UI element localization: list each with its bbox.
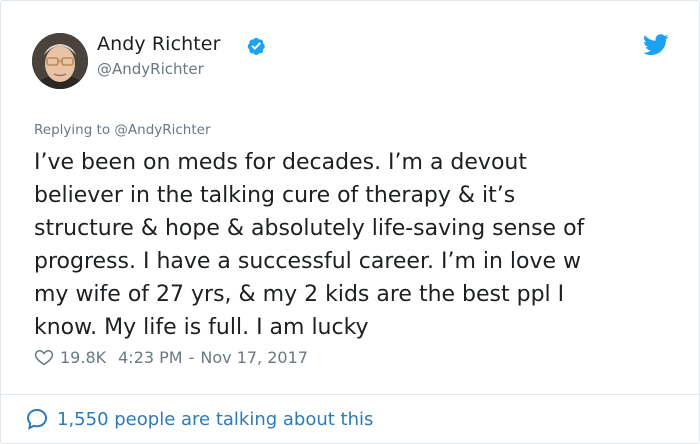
- tweet-line: my wife of 27 yrs, & my 2 kids are the b…: [34, 282, 565, 307]
- tweet-card: Andy Richter @AndyRichter Replying to @A…: [0, 0, 700, 444]
- tweet-text: I’ve been on meds for decades. I’m a dev…: [34, 146, 674, 344]
- tweet-line: structure & hope & absolutely life-savin…: [34, 216, 585, 241]
- tweet-time[interactable]: 4:23 PM: [118, 348, 182, 367]
- conversation-link[interactable]: 1,550 people are talking about this: [25, 407, 373, 431]
- tweet-line: believer in the talking cure of therapy …: [34, 183, 516, 208]
- twitter-bird-icon[interactable]: [643, 34, 669, 56]
- meta-separator: -: [188, 347, 195, 367]
- tweet-line: progress. I have a successful career. I’…: [34, 249, 582, 274]
- tweet-line: know. My life is full. I am lucky: [34, 315, 369, 340]
- avatar[interactable]: [32, 33, 88, 89]
- replying-to: Replying to @AndyRichter: [34, 122, 211, 138]
- speech-bubble-icon: [26, 408, 48, 430]
- conversation-text[interactable]: 1,550 people are talking about this: [57, 409, 373, 430]
- tweet-date[interactable]: Nov 17, 2017: [200, 348, 308, 367]
- divider: [1, 394, 699, 395]
- tweet-line: I’ve been on meds for decades. I’m a dev…: [34, 150, 527, 175]
- like-count[interactable]: 19.8K: [60, 348, 106, 367]
- author-name[interactable]: Andy Richter: [97, 33, 221, 55]
- heart-icon[interactable]: [34, 347, 54, 367]
- verified-badge-icon: [247, 37, 265, 55]
- tweet-meta: 19.8K 4:23 PM - Nov 17, 2017: [34, 346, 308, 368]
- author-handle[interactable]: @AndyRichter: [97, 60, 204, 78]
